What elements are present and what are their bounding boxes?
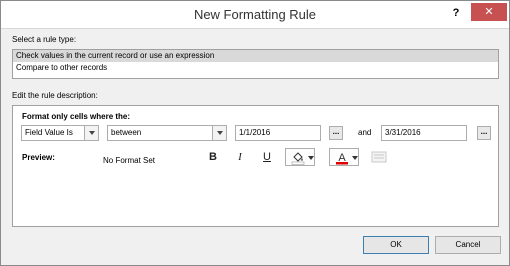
operator-combo[interactable]: between [107,125,227,141]
fill-color-button[interactable] [285,148,315,166]
chevron-down-icon [84,126,98,140]
rule-description-panel: Format only cells where the: Field Value… [12,105,499,227]
paint-bucket-icon [291,152,305,165]
and-label: and [358,128,372,137]
italic-button[interactable]: I [232,149,248,165]
rule-type-option-expression[interactable]: Check values in the current record or us… [13,50,498,62]
chevron-down-icon [352,156,358,160]
dialog-title: New Formatting Rule [193,7,317,22]
close-button[interactable]: ✕ [471,3,507,21]
preview-label: Preview: [22,153,55,162]
rule-type-list[interactable]: Check values in the current record or us… [12,49,499,79]
ok-button[interactable]: OK [363,236,429,254]
rule-description-label: Edit the rule description: [12,91,98,100]
rule-type-option-compare[interactable]: Compare to other records [13,62,498,74]
font-color-icon: A [336,152,348,165]
value2-input[interactable]: 3/31/2016 [381,125,467,141]
preview-sample: No Format Set [103,156,156,165]
chevron-down-icon [308,156,314,160]
cancel-button[interactable]: Cancel [435,236,501,254]
field-value-combo-text: Field Value Is [25,128,73,137]
value1-input[interactable]: 1/1/2016 [235,125,321,141]
chevron-down-icon [212,126,226,140]
font-color-button[interactable]: A [329,148,359,166]
format-only-cells-label: Format only cells where the: [22,112,131,121]
conditional-format-icon[interactable] [371,151,387,163]
value2-builder-button[interactable]: ... [477,126,491,140]
rule-type-label: Select a rule type: [12,35,77,44]
field-value-combo[interactable]: Field Value Is [21,125,99,141]
value1-builder-button[interactable]: ... [329,126,343,140]
bold-button[interactable]: B [205,149,221,165]
title-bar: New Formatting Rule ? ✕ [1,1,509,29]
underline-button[interactable]: U [259,149,275,165]
operator-combo-text: between [111,128,142,137]
help-button[interactable]: ? [449,5,463,21]
new-formatting-rule-dialog: New Formatting Rule ? ✕ Select a rule ty… [0,0,510,266]
